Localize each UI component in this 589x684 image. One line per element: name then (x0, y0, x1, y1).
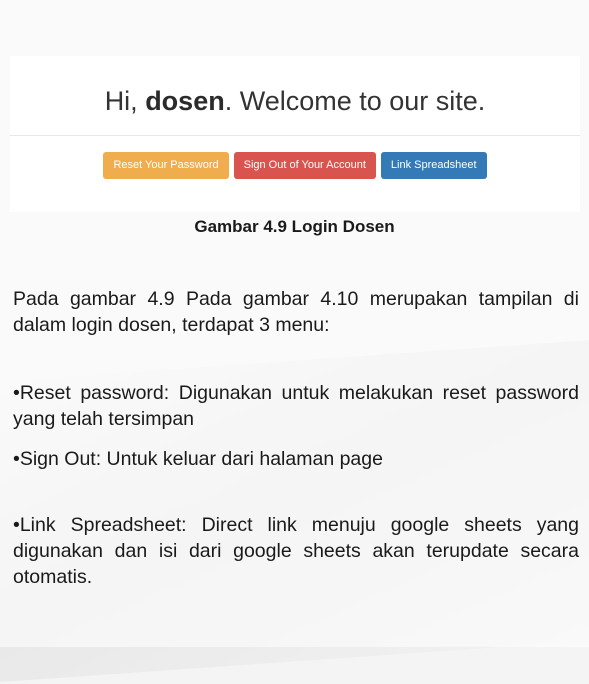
intro-paragraph: Pada gambar 4.9 Pada gambar 4.10 merupak… (13, 288, 579, 336)
link-spreadsheet-button[interactable]: Link Spreadsheet (380, 152, 487, 179)
welcome-heading: Hi, dosen. Welcome to our site. (10, 86, 580, 117)
figure-caption: Gambar 4.9 Login Dosen (194, 217, 395, 236)
link-spreadsheet-paragraph: •Link Spreadsheet: Direct link menuju go… (13, 514, 579, 588)
greeting-suffix: . Welcome to our site. (224, 86, 486, 116)
figure-divider (10, 135, 580, 136)
login-screenshot-figure: Hi, dosen. Welcome to our site. Reset Yo… (10, 56, 580, 212)
action-button-row: Reset Your Password Sign Out of Your Acc… (10, 152, 580, 179)
greeting-prefix: Hi, (104, 86, 146, 116)
reset-password-button[interactable]: Reset Your Password (103, 152, 229, 179)
sign-out-paragraph: •Sign Out: Untuk keluar dari halaman pag… (13, 448, 383, 470)
sign-out-button[interactable]: Sign Out of Your Account (233, 152, 376, 179)
username: dosen (145, 86, 225, 116)
document-page: Hi, dosen. Welcome to our site. Reset Yo… (0, 0, 589, 647)
reset-password-paragraph: •Reset password: Digunakan untuk melakuk… (13, 382, 579, 430)
